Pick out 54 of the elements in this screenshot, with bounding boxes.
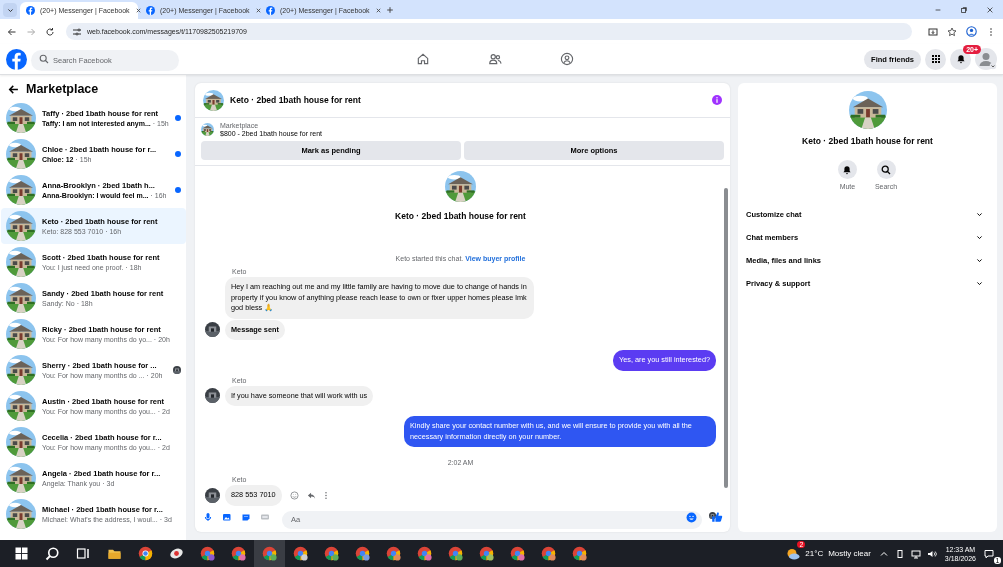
close-icon[interactable] xyxy=(374,7,382,14)
profile-icon[interactable] xyxy=(966,26,977,37)
friends-icon[interactable] xyxy=(488,52,502,66)
details-title: Keto · 2bed 1bath house for rent xyxy=(802,136,933,146)
grid-icon xyxy=(930,54,941,64)
close-icon[interactable] xyxy=(986,6,994,14)
mute-button[interactable] xyxy=(837,160,857,179)
chevron-down-icon xyxy=(976,280,983,287)
groups-icon[interactable] xyxy=(560,52,574,66)
sticker-icon[interactable] xyxy=(241,512,251,522)
thumbs-up-icon[interactable] xyxy=(711,511,723,523)
close-icon[interactable] xyxy=(254,7,262,14)
chevron-down-icon xyxy=(976,234,983,241)
logo-icon xyxy=(266,6,275,15)
home-icon[interactable] xyxy=(416,52,430,66)
menu-button[interactable] xyxy=(925,48,946,70)
site-settings-icon[interactable] xyxy=(72,26,82,37)
reload-icon[interactable] xyxy=(45,26,55,37)
tab-list-button[interactable] xyxy=(3,3,17,17)
logo-icon xyxy=(26,6,35,15)
chevron-down-icon xyxy=(976,211,983,218)
bell-icon xyxy=(955,54,966,64)
reply-icon[interactable] xyxy=(306,490,316,500)
restore-icon[interactable] xyxy=(960,6,968,14)
close-icon[interactable] xyxy=(134,7,142,14)
search-icon xyxy=(881,164,891,175)
image-icon[interactable] xyxy=(222,512,232,522)
notification-icon[interactable] xyxy=(984,548,994,559)
volume-icon[interactable] xyxy=(926,548,937,559)
star-icon[interactable] xyxy=(947,26,957,37)
emoji-icon[interactable] xyxy=(686,511,697,523)
device-icon[interactable] xyxy=(894,548,905,559)
chevron-down-icon xyxy=(6,6,14,14)
network-icon[interactable] xyxy=(910,548,921,559)
emoji-react-icon[interactable] xyxy=(289,490,299,500)
more-icon[interactable] xyxy=(323,490,328,500)
install-icon[interactable] xyxy=(928,26,938,37)
logo-icon[interactable] xyxy=(6,48,27,70)
intro-title: Keto · 2bed 1bath house for rent xyxy=(395,211,526,221)
new-tab-icon[interactable] xyxy=(386,6,394,14)
chevron-down-icon xyxy=(976,257,983,264)
weather-icon[interactable] xyxy=(786,546,802,561)
back-icon[interactable] xyxy=(7,26,17,37)
chat-title: Keto · 2bed 1bath house for rent xyxy=(230,95,362,105)
bell-icon xyxy=(842,164,853,175)
temperature: 21°C xyxy=(805,549,824,558)
sidebar-title: Marketplace xyxy=(26,82,99,96)
info-icon[interactable] xyxy=(712,95,722,105)
back-arrow-icon[interactable] xyxy=(8,83,19,95)
weather-condition: Mostly clear xyxy=(828,549,871,558)
search-button[interactable] xyxy=(876,160,896,179)
search-icon xyxy=(39,54,49,64)
microphone-icon[interactable] xyxy=(203,512,213,522)
logo-icon xyxy=(146,6,155,15)
